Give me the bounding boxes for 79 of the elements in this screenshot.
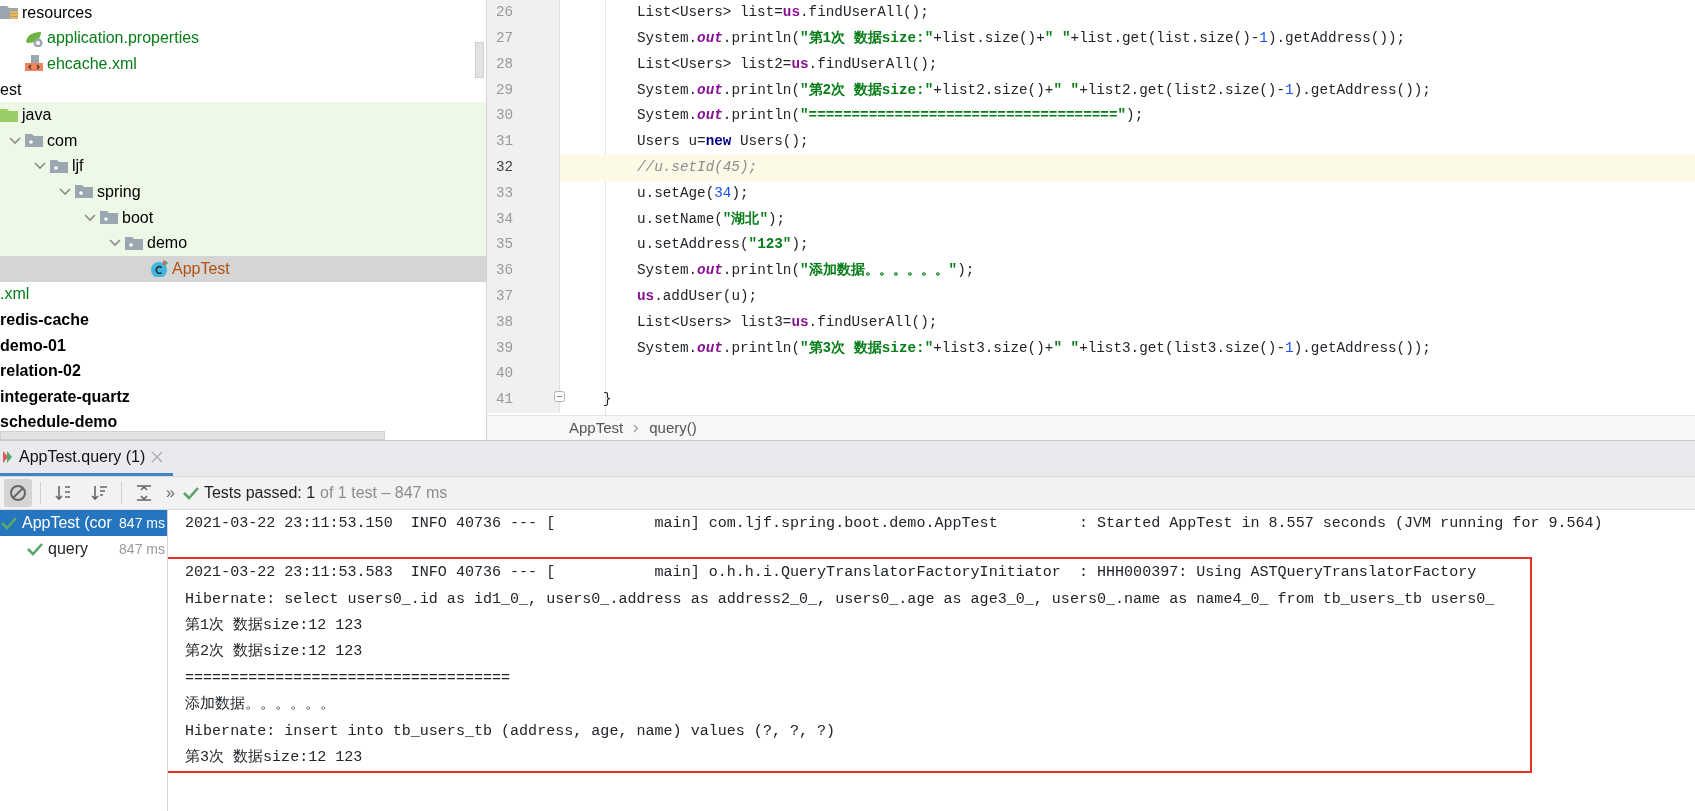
code-line: u.setAge(34); (636, 183, 750, 203)
console-line: 第1次 数据size:12 123 (185, 615, 364, 637)
tree-item[interactable]: demo-01 (0, 332, 486, 359)
line-number: 33 (496, 183, 514, 203)
line-number: 39 (496, 338, 514, 358)
tree-item[interactable]: relation-02 (0, 358, 486, 384)
fold-icon[interactable] (554, 390, 565, 402)
sort-icon (90, 484, 108, 502)
tree-item[interactable]: java (0, 102, 486, 128)
code-line: System.out.println("第1次 数据size:"+list.size()+" "+list.get(list.size()-1).getAddress()); (636, 28, 1407, 48)
line-number: 34 (496, 209, 514, 229)
line-number: 37 (496, 286, 514, 306)
line-number: 31 (496, 132, 514, 152)
expand-all-icon (135, 484, 153, 502)
line-number: 38 (496, 312, 514, 332)
chevron-icon (633, 423, 640, 433)
tree-item[interactable]: boot (0, 204, 486, 231)
console-line: 第3次 数据size:12 123 (185, 747, 364, 769)
console-line: 2021-03-22 23:11:53.583 INFO 40736 --- [ main] o.h.h.i.QueryTranslatorFactoryInitiator : HHH000397: Using ASTQueryTranslatorFactory (185, 562, 1478, 584)
tree-item[interactable]: .xml (0, 281, 486, 308)
run-icon (3, 450, 13, 464)
tree-item[interactable]: integerate-quartz (0, 383, 486, 410)
test-status: Tests passed: 1 (203, 483, 316, 503)
chevron-icon[interactable] (9, 136, 21, 145)
code-line: System.out.println("第2次 数据size:"+list2.size()+" "+list2.get(list2.size()-1).getAddress()); (636, 80, 1432, 100)
breadcrumb-item[interactable]: query() (649, 416, 697, 440)
tree-item[interactable]: ehcache.xml (0, 51, 486, 77)
line-number: 40 (496, 364, 514, 384)
breadcrumb-item[interactable]: AppTest (569, 416, 624, 440)
test-tree-item[interactable]: AppTest (cor 847 ms (0, 510, 167, 536)
line-number: 32 (496, 157, 514, 177)
tree-item[interactable]: demo (0, 230, 486, 256)
overflow-button[interactable]: » (166, 481, 175, 505)
line-number: 35 (496, 235, 514, 255)
line-number: 28 (496, 54, 514, 74)
console-line: ==================================== (185, 667, 512, 689)
tree-item[interactable]: schedule-demo (0, 409, 486, 436)
toolbar-button[interactable] (4, 479, 32, 507)
line-number: 36 (496, 261, 514, 281)
code-line: u.setAddress("123"); (636, 235, 810, 255)
console-line: 2021-03-22 23:11:53.150 INFO 40736 --- [ main] com.ljf.spring.boot.demo.AppTest : Started AppTest in 8.557 seconds (JVM running for 9.564) (184, 512, 1604, 534)
tree-item[interactable]: ljf (0, 153, 486, 180)
code-line: System.out.println("添加数据。。。。。。"); (636, 261, 976, 281)
tree-item[interactable]: application.properties (0, 25, 486, 52)
code-line: } (602, 390, 613, 410)
tree-item[interactable]: redis-cache (0, 307, 486, 333)
tree-item[interactable]: spring (0, 179, 486, 205)
tree-item[interactable]: est (0, 76, 486, 103)
chevron-icon[interactable] (59, 187, 71, 196)
tree-item[interactable]: com (0, 127, 486, 154)
close-icon[interactable] (151, 451, 164, 463)
chevron-icon[interactable] (84, 213, 96, 222)
line-number: 41 (496, 390, 514, 410)
code-line: System.out.println("===================================="); (636, 106, 1145, 126)
chevron-icon[interactable] (109, 239, 121, 248)
code-line: List<Users> list=us.findUserAll(); (636, 3, 930, 23)
scrollbar-thumb[interactable] (0, 431, 385, 440)
test-summary: of 1 test – 847 ms (320, 483, 448, 503)
line-number: 27 (496, 28, 514, 48)
tree-item[interactable]: resources (0, 0, 486, 26)
line-number: 26 (496, 3, 514, 23)
line-number: 29 (496, 80, 514, 100)
code-line: List<Users> list3=us.findUserAll(); (636, 312, 939, 332)
console-line: 添加数据。。。。。。 (185, 694, 336, 716)
test-tree-item[interactable]: query 847 ms (0, 536, 167, 562)
show-passed-icon (9, 484, 27, 502)
code-line: System.out.println("第3次 数据size:"+list3.size()+" "+list3.get(list3.size()-1).getAddress()); (636, 338, 1432, 358)
console-line: Hibernate: select users0_.id as id1_0_, users0_.address as address2_0_, users0_.age as age3_0_, users0_.name as name4_0_ from tb_users_tb users0_ (185, 588, 1496, 610)
console-line: 第2次 数据size:12 123 (185, 641, 364, 663)
code-line: u.setName("湖北"); (636, 209, 787, 229)
line-number: 30 (496, 106, 514, 126)
console-line: Hibernate: insert into tb_users_tb (address, age, name) values (?, ?, ?) (185, 720, 837, 742)
tree-item[interactable]: AppTest (0, 255, 486, 282)
code-line: List<Users> list2=us.findUserAll(); (636, 54, 939, 74)
code-line: us.addUser(u); (636, 286, 759, 306)
scrollbar-thumb[interactable] (475, 42, 484, 78)
code-line: Users u=new Users(); (636, 132, 810, 152)
sort-icon (54, 484, 72, 502)
chevron-icon[interactable] (34, 162, 46, 171)
